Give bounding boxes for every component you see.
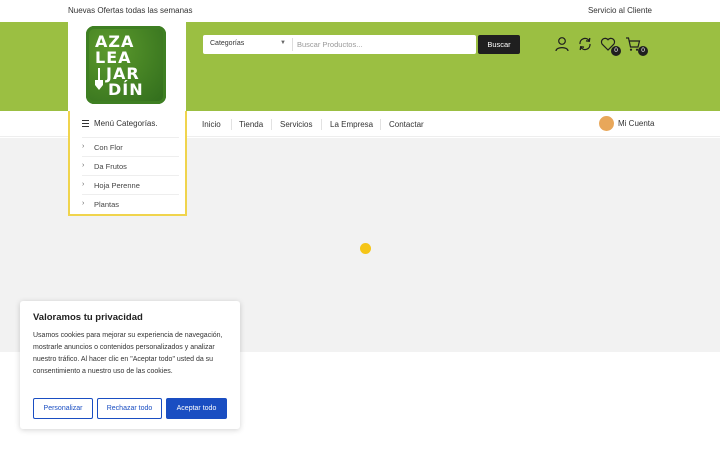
site-logo[interactable]: AZA LEA JAR DÍN (86, 26, 166, 104)
account-label: Mi Cuenta (618, 119, 655, 128)
customize-cookies-button[interactable]: Personalizar (33, 398, 93, 419)
nav-divider (321, 119, 322, 130)
nav-link-tienda[interactable]: Tienda (239, 120, 263, 129)
search-button[interactable]: Buscar (478, 35, 520, 54)
category-select[interactable]: Categorías (210, 40, 244, 47)
chevron-right-icon: › (82, 181, 85, 188)
compare-icon[interactable] (577, 36, 593, 52)
loading-spinner (360, 243, 371, 254)
chevron-right-icon: › (82, 200, 85, 207)
search-bar: Categorías ▼ (203, 35, 476, 54)
cart-count-badge: 0 (638, 46, 648, 56)
hamburger-icon (82, 120, 89, 127)
wishlist-count-badge: 0 (611, 46, 621, 56)
customer-service-link[interactable]: Servicio al Cliente (588, 6, 652, 15)
category-item-label: Hoja Perenne (94, 181, 140, 190)
logo-text-4: DÍN (108, 80, 144, 99)
nav-link-contactar[interactable]: Contactar (389, 120, 424, 129)
nav-link-empresa[interactable]: La Empresa (330, 120, 373, 129)
category-item-plantas[interactable]: › Plantas (82, 194, 179, 213)
search-input[interactable] (297, 37, 472, 52)
top-bar: Nuevas Ofertas todas las semanas Servici… (0, 0, 720, 22)
category-item-con-flor[interactable]: › Con Flor (82, 137, 179, 156)
logo-container[interactable]: AZA LEA JAR DÍN (68, 22, 186, 111)
chevron-down-icon[interactable]: ▼ (280, 40, 286, 46)
category-menu-header[interactable]: Menú Categorías. (70, 111, 185, 137)
nav-link-servicios[interactable]: Servicios (280, 120, 312, 129)
category-menu-title: Menú Categorías. (94, 119, 158, 128)
cookie-title: Valoramos tu privacidad (33, 312, 143, 323)
cookie-text: Usamos cookies para mejorar su experienc… (33, 332, 223, 375)
reject-cookies-button[interactable]: Rechazar todo (97, 398, 162, 419)
category-item-label: Con Flor (94, 143, 123, 152)
category-item-da-frutos[interactable]: › Da Frutos (82, 156, 179, 175)
chevron-right-icon: › (82, 143, 85, 150)
cookie-consent-dialog: Valoramos tu privacidad Usamos cookies p… (20, 301, 240, 429)
nav-divider (271, 119, 272, 130)
category-menu: Menú Categorías. › Con Flor › Da Frutos … (68, 111, 187, 216)
promo-text: Nuevas Ofertas todas las semanas (68, 6, 193, 15)
category-item-hoja-perenne[interactable]: › Hoja Perenne (82, 175, 179, 194)
user-icon[interactable] (554, 36, 570, 52)
spade-icon (95, 68, 103, 90)
accept-cookies-button[interactable]: Aceptar todo (166, 398, 227, 419)
category-item-label: Plantas (94, 200, 120, 209)
nav-divider (231, 119, 232, 130)
category-item-label: Da Frutos (94, 162, 127, 171)
search-divider (292, 38, 293, 51)
chevron-right-icon: › (82, 162, 85, 169)
nav-divider (380, 119, 381, 130)
account-avatar-icon (599, 116, 614, 131)
nav-link-inicio[interactable]: Inicio (202, 120, 221, 129)
